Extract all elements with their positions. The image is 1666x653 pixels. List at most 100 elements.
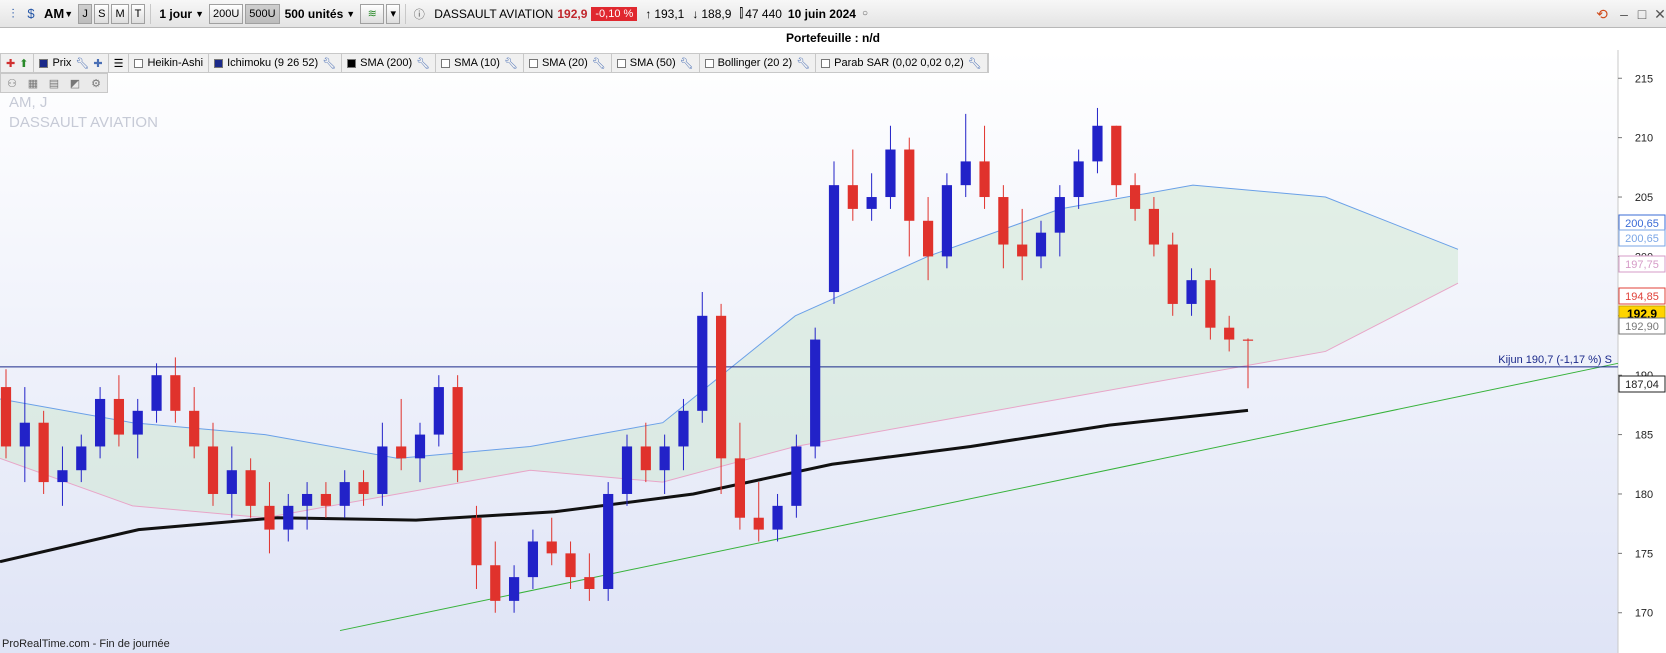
chart-area[interactable]: Kijun 190,7 (-1,17 %) S17017518018519019… (0, 50, 1666, 653)
checkbox[interactable] (528, 58, 538, 68)
close-icon[interactable]: ✕ (1650, 5, 1666, 23)
separator (405, 3, 407, 24)
indicator-dropdown-icon[interactable]: ▾ (386, 3, 401, 24)
candle-body (565, 553, 576, 578)
indicator-sma-20[interactable]: SMA (20) 🔧︎ (524, 54, 612, 72)
symbol-selector[interactable]: AM ▼ (44, 6, 73, 21)
indicator-sma-10[interactable]: SMA (10) 🔧︎ (436, 54, 524, 72)
indicator-bollinger[interactable]: Bollinger (20 2) 🔧︎ (700, 54, 817, 72)
chart-tool-icon[interactable]: ◩ (66, 75, 84, 91)
units-selector[interactable]: 500 unités ▼ (285, 7, 356, 21)
candle-body (471, 517, 482, 566)
chart-type-icon[interactable]: ⫶ (4, 4, 22, 24)
units-500-button[interactable]: 500U (245, 3, 280, 24)
people-icon[interactable]: ⚇ (3, 75, 21, 91)
candle-body (452, 387, 463, 471)
wrench-icon[interactable]: 🔧︎ (592, 57, 606, 70)
indicator-sma-200[interactable]: SMA (200) 🔧︎ (342, 54, 437, 72)
low-value: 188,9 (701, 6, 732, 21)
indicator-sma-50[interactable]: SMA (50) 🔧︎ (612, 54, 700, 72)
wrench-icon[interactable]: 🔧︎ (504, 57, 518, 70)
checkbox[interactable] (214, 58, 224, 68)
indicator-label: Bollinger (20 2) (717, 57, 793, 69)
candle-body (941, 185, 953, 257)
last-price: 192,9 (557, 6, 588, 21)
freq-button-t[interactable]: T (130, 3, 146, 24)
wrench-icon[interactable]: 🔧︎ (968, 57, 982, 70)
checkbox[interactable] (347, 58, 357, 68)
chevron-down-icon: ▼ (195, 8, 204, 19)
drawing-tools: ⚇ ▦ ▤ ◩ ⚙ (0, 73, 108, 93)
indicator-ichimoku[interactable]: Ichimoku (9 26 52) 🔧︎ (209, 54, 343, 72)
price-tag-label: 197,75 (1625, 259, 1659, 271)
candle-body (828, 185, 840, 293)
candle-body (621, 446, 633, 494)
calendar-icon[interactable]: ▦ (24, 75, 42, 91)
candle-body (1111, 125, 1122, 186)
freq-button-m[interactable]: M (111, 3, 129, 24)
checkbox[interactable] (39, 58, 49, 68)
volume-value: 47 440 (745, 6, 782, 21)
wrench-icon[interactable]: 🔧︎ (680, 57, 694, 70)
indicator-label: SMA (20) (541, 57, 588, 69)
sync-icon[interactable]: ⟲ (1592, 5, 1612, 23)
checkbox[interactable] (134, 58, 144, 68)
candle-body (19, 422, 30, 447)
price-chart[interactable]: Kijun 190,7 (-1,17 %) S17017518018519019… (0, 50, 1666, 653)
indicator-heikin-ashi[interactable]: Heikin-Ashi (129, 54, 210, 72)
document-icon[interactable]: ▤ (45, 75, 63, 91)
checkbox[interactable] (821, 58, 831, 68)
period-label: 1 jour (159, 6, 193, 21)
checkbox[interactable] (441, 58, 451, 68)
settings-icon[interactable]: ⚙ (87, 75, 105, 91)
maximize-icon[interactable]: □ (1632, 5, 1652, 23)
price-tag-label: 200,65 (1625, 233, 1659, 245)
candle-body (377, 446, 388, 494)
indicator-list-icon[interactable]: ☰ (109, 54, 130, 72)
wrench-icon[interactable]: 🔧︎ (75, 57, 89, 70)
candle-body (979, 161, 990, 198)
info-icon[interactable]: ⓘ (410, 4, 428, 24)
checkbox[interactable] (616, 58, 626, 68)
units-200-button[interactable]: 200U (208, 3, 244, 24)
symbol-label: AM (44, 6, 65, 21)
y-tick-label: 210 (1635, 133, 1653, 145)
candle-body (226, 470, 237, 494)
wrench-icon[interactable]: 🔧︎ (322, 57, 336, 70)
candle-body (847, 185, 858, 209)
candle-body (791, 446, 802, 506)
high-arrow-icon: ↑ (645, 6, 652, 21)
indicator-label: SMA (200) (360, 57, 413, 69)
instrument-name: DASSAULT AVIATION (434, 6, 554, 21)
dollar-icon[interactable]: $ (22, 4, 40, 24)
indicator-parab-sar[interactable]: Parab SAR (0,02 0,02 0,2) 🔧︎ (816, 54, 988, 72)
indicator-prix[interactable]: Prix 🔧︎ ✚ (34, 54, 109, 72)
candle-body (38, 422, 49, 483)
candle-body (358, 482, 369, 494)
candle-body (132, 410, 143, 435)
wrench-icon[interactable]: 🔧︎ (796, 57, 810, 70)
y-tick-label: 185 (1635, 430, 1653, 442)
candle-body (960, 161, 971, 186)
volume-icon: ⫿ (739, 6, 744, 20)
minimize-icon[interactable]: – (1614, 5, 1634, 23)
wrench-icon[interactable]: 🔧︎ (416, 57, 430, 70)
candle-body (245, 470, 256, 506)
candle-body (772, 505, 783, 530)
freq-button-s[interactable]: S (94, 3, 110, 24)
candle-body (57, 470, 68, 483)
checkbox[interactable] (704, 58, 714, 68)
add-icon[interactable]: ✚ (93, 57, 102, 70)
watermark: AM, J DASSAULT AVIATION (9, 93, 158, 133)
candle-body (113, 398, 125, 435)
period-selector[interactable]: 1 jour ▼ (159, 7, 204, 21)
candle-body (1148, 208, 1160, 245)
candle-body (753, 517, 764, 530)
candle-body (1186, 280, 1197, 304)
indicator-icon[interactable]: ≋ (360, 3, 385, 24)
candle-body (76, 446, 87, 471)
freq-button-j[interactable]: J (78, 3, 93, 24)
price-tag-label: 187,04 (1625, 379, 1659, 391)
close-chart-icon[interactable]: ✚ ⬆ (1, 54, 35, 72)
candle-body (170, 375, 181, 411)
